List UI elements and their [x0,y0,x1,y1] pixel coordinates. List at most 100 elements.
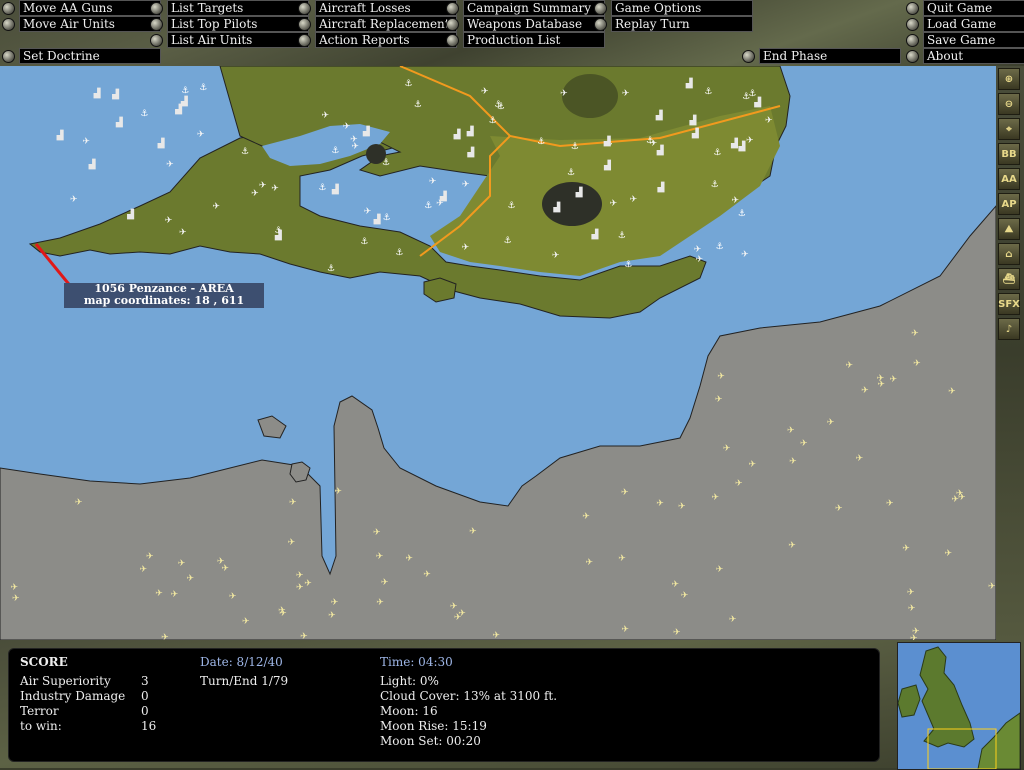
airfield-marker[interactable]: ✈ [343,122,351,132]
enemy-airfield-marker[interactable]: ✈ [155,589,163,599]
enemy-airfield-marker[interactable]: ✈ [139,566,147,575]
port-marker[interactable]: ⚓ [504,236,512,246]
enemy-airfield-marker[interactable]: ✈ [12,594,20,604]
factory-marker[interactable]: ▟ [181,98,188,107]
enemy-airfield-marker[interactable]: ✈ [913,360,921,369]
factory-marker[interactable]: ▟ [94,89,101,99]
airfield-marker[interactable]: ✈ [630,196,638,205]
factory-marker[interactable]: ▟ [686,80,693,89]
airfield-marker[interactable]: ✈ [259,181,267,191]
port-marker[interactable]: ⚓ [711,180,719,190]
about-button[interactable]: About [906,48,1024,64]
enemy-airfield-marker[interactable]: ✈ [331,599,339,608]
factory-marker[interactable]: ▟ [467,127,474,137]
airfield-marker[interactable]: ✈ [166,160,174,170]
bb-icon[interactable]: BB [998,143,1020,165]
enemy-airfield-marker[interactable]: ✈ [492,631,500,640]
port-marker[interactable]: ⚓ [489,116,497,126]
enemy-airfield-marker[interactable]: ✈ [585,558,593,568]
enemy-airfield-marker[interactable]: ✈ [717,372,725,382]
end-phase-button[interactable]: End Phase [742,48,901,64]
enemy-airfield-marker[interactable]: ✈ [618,555,626,564]
enemy-airfield-marker[interactable]: ✈ [304,579,312,589]
port-marker[interactable]: ⚓ [318,183,326,193]
load-game-button[interactable]: Load Game [906,16,1024,32]
airfield-marker[interactable]: ✈ [364,207,372,217]
list-top-pilots-button[interactable]: List Top Pilots [150,16,309,32]
airfield-marker[interactable]: ✈ [694,245,702,255]
airfield-marker[interactable]: ✈ [746,137,754,146]
campaign-summary-button[interactable]: Campaign Summary [446,0,605,16]
enemy-airfield-marker[interactable]: ✈ [334,487,342,497]
port-marker[interactable]: ⚓ [331,146,339,156]
zoom-out-icon[interactable]: ⊖ [998,93,1020,115]
enemy-airfield-marker[interactable]: ✈ [187,575,195,584]
port-marker[interactable]: ⚓ [395,249,403,258]
production-list-button[interactable]: Production List [446,32,605,48]
port-marker[interactable]: ⚓ [537,138,545,147]
enemy-airfield-marker[interactable]: ✈ [10,583,18,593]
enemy-airfield-marker[interactable]: ✈ [889,376,897,385]
factory-marker[interactable]: ▟ [689,117,696,126]
enemy-airfield-marker[interactable]: ✈ [381,579,389,588]
enemy-airfield-marker[interactable]: ✈ [835,504,843,514]
enemy-airfield-marker[interactable]: ✈ [450,602,458,612]
enemy-airfield-marker[interactable]: ✈ [715,395,723,405]
airfield-marker[interactable]: ✈ [696,255,704,265]
enemy-airfield-marker[interactable]: ✈ [678,502,686,512]
ship-icon[interactable]: ⛴ [998,268,1020,290]
airfield-marker[interactable]: ✈ [82,138,90,147]
game-options-button[interactable]: Game Options [594,0,753,16]
airfield-marker[interactable]: ✈ [251,189,259,199]
enemy-airfield-marker[interactable]: ✈ [711,493,719,503]
port-marker[interactable]: ⚓ [738,210,746,219]
enemy-airfield-marker[interactable]: ✈ [911,330,919,339]
factory-marker[interactable]: ▟ [127,211,134,220]
save-game-button[interactable]: Save Game [906,32,1024,48]
enemy-airfield-marker[interactable]: ✈ [886,499,894,509]
airfield-marker[interactable]: ✈ [622,89,630,99]
enemy-airfield-marker[interactable]: ✈ [907,589,915,598]
enemy-airfield-marker[interactable]: ✈ [912,627,920,637]
factory-marker[interactable]: ▟ [454,131,461,140]
enemy-airfield-marker[interactable]: ✈ [948,387,956,397]
enemy-airfield-marker[interactable]: ✈ [289,499,297,508]
aircraft-losses-button[interactable]: Aircraft Losses [298,0,457,16]
replay-turn-button[interactable]: Replay Turn [594,16,753,32]
port-marker[interactable]: ⚓ [140,109,148,119]
airfield-marker[interactable]: ✈ [462,244,470,253]
factory-marker[interactable]: ▟ [467,148,474,158]
port-marker[interactable]: ⚓ [424,201,432,211]
airfield-marker[interactable]: ✈ [552,252,560,261]
enemy-airfield-marker[interactable]: ✈ [296,583,304,593]
enemy-airfield-marker[interactable]: ✈ [988,582,996,592]
enemy-airfield-marker[interactable]: ✈ [671,581,679,590]
port-marker[interactable]: ⚓ [181,86,189,96]
sfx-icon[interactable]: SFX [998,293,1020,315]
port-marker[interactable]: ⚓ [414,101,422,110]
enemy-airfield-marker[interactable]: ✈ [582,513,590,522]
enemy-airfield-marker[interactable]: ✈ [908,604,916,614]
enemy-airfield-marker[interactable]: ✈ [621,489,629,498]
enemy-airfield-marker[interactable]: ✈ [846,361,854,371]
enemy-airfield-marker[interactable]: ✈ [242,617,250,627]
enemy-airfield-marker[interactable]: ✈ [856,454,864,464]
enemy-airfield-marker[interactable]: ✈ [171,591,179,600]
enemy-airfield-marker[interactable]: ✈ [178,560,186,569]
enemy-airfield-marker[interactable]: ✈ [296,572,304,581]
enemy-airfield-marker[interactable]: ✈ [789,457,797,467]
factory-marker[interactable]: ▟ [553,203,560,213]
enemy-airfield-marker[interactable]: ✈ [729,616,737,625]
list-air-units-button[interactable]: List Air Units [150,32,309,48]
list-targets-button[interactable]: List Targets [150,0,309,16]
enemy-airfield-marker[interactable]: ✈ [945,550,953,559]
enemy-airfield-marker[interactable]: ✈ [877,375,885,384]
terrain-icon[interactable]: ⛰ [998,218,1020,240]
port-marker[interactable]: ⚓ [571,142,579,152]
enemy-airfield-marker[interactable]: ✈ [373,528,381,538]
port-marker[interactable]: ⚓ [199,83,207,93]
airfield-marker[interactable]: ✈ [321,112,329,121]
airfield-marker[interactable]: ✈ [741,251,749,260]
airfield-marker[interactable]: ✈ [462,180,470,190]
move-air-units-button[interactable]: Move Air Units [2,16,161,32]
